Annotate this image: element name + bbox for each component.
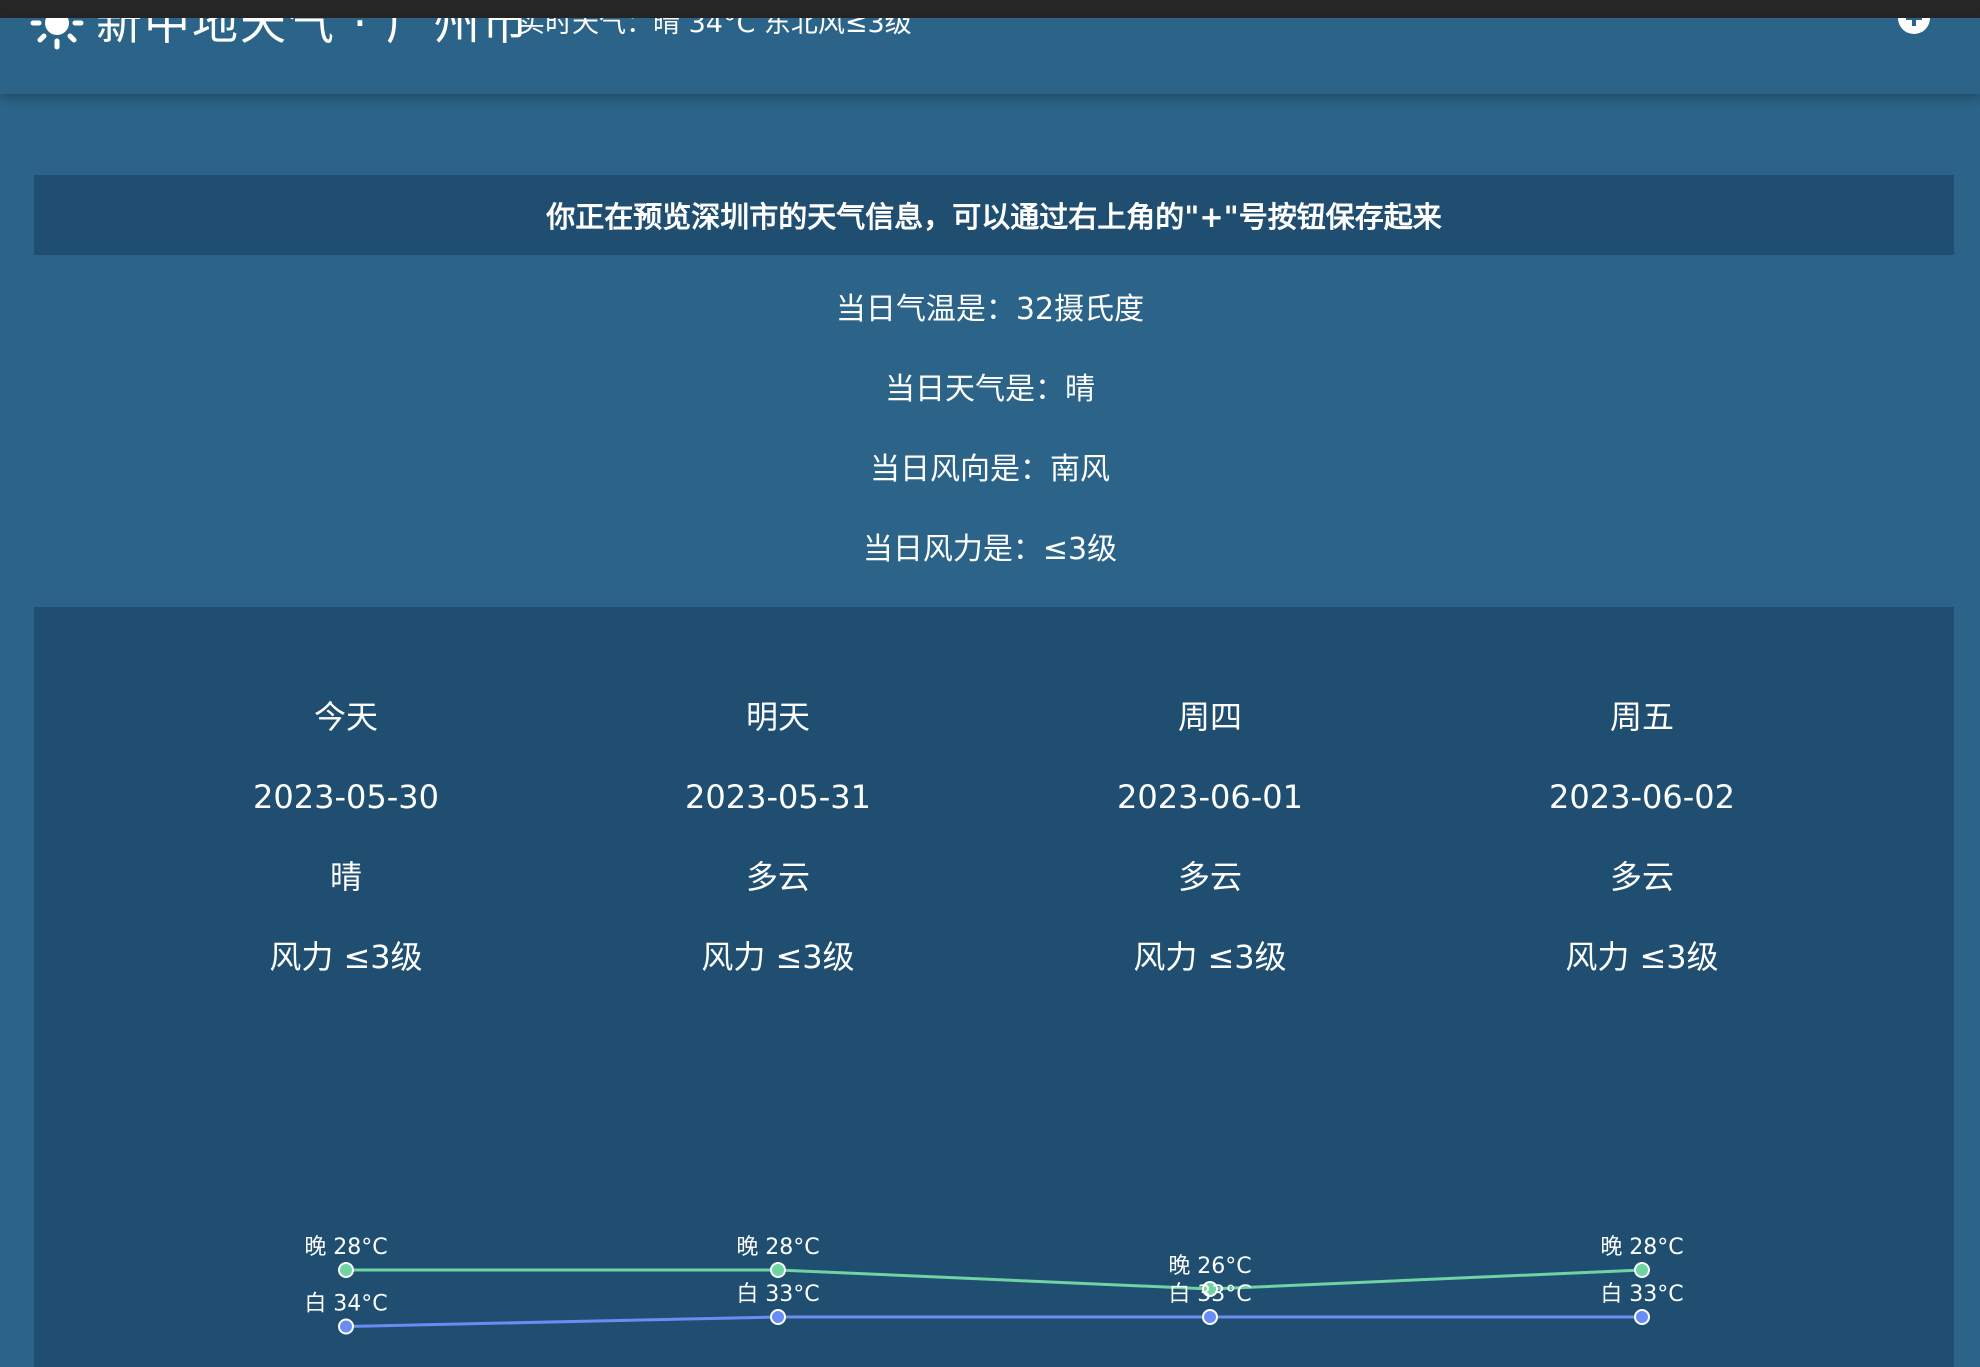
night-temp-label: 晚 26°C	[1168, 1254, 1251, 1279]
night-temp-point	[770, 1262, 786, 1278]
window-top-bar	[0, 0, 1980, 18]
forecast-panel: 今天 2023-05-30 晴 风力 ≤3级 明天 2023-05-31 多云 …	[34, 607, 1954, 1367]
preview-banner-text: 你正在预览深圳市的天气信息，可以通过右上角的"+"号按钮保存起来	[546, 200, 1442, 234]
day-temp-line	[345, 1315, 1642, 1328]
day-temp-point	[1634, 1309, 1650, 1325]
app-title: 新中地天气 · 广州市	[96, 18, 530, 50]
night-temp-label: 晚 28°C	[1600, 1235, 1683, 1260]
today-wind-direction: 当日风向是：南风	[870, 452, 1110, 487]
night-temp-point	[1634, 1262, 1650, 1278]
day-temp-label: 白 33°C	[1600, 1282, 1683, 1307]
day-temp-label: 白 33°C	[1168, 1282, 1251, 1307]
temperature-line-chart: 晚 28°C 晚 28°C 晚 26°C 晚 28°C 白 34°C 白 33°C 白 33…	[304, 1235, 1684, 1335]
app-header: 新中地天气 · 广州市 实时天气：晴 34°C 东北风≤3级	[0, 18, 1980, 94]
night-temp-label: 晚 28°C	[736, 1235, 819, 1260]
day-temp-point	[338, 1318, 354, 1335]
night-temp-label: 晚 28°C	[304, 1235, 387, 1260]
day-temp-point	[1202, 1309, 1218, 1325]
preview-banner: 你正在预览深圳市的天气信息，可以通过右上角的"+"号按钮保存起来	[34, 175, 1954, 255]
today-weather: 当日天气是：晴	[885, 372, 1095, 407]
day-temp-label: 白 33°C	[736, 1282, 819, 1307]
add-city-icon[interactable]	[1896, 18, 1932, 36]
today-temperature: 当日气温是：32摄氏度	[835, 292, 1145, 327]
day-temp-point	[770, 1309, 786, 1325]
night-temp-point	[338, 1262, 354, 1278]
sun-logo-icon	[30, 18, 84, 50]
live-weather-text: 实时天气：晴 34°C 东北风≤3级	[518, 18, 912, 39]
day-temp-label: 白 34°C	[304, 1292, 387, 1317]
today-wind-power: 当日风力是：≤3级	[862, 532, 1118, 567]
night-temp-line	[346, 1268, 1643, 1291]
